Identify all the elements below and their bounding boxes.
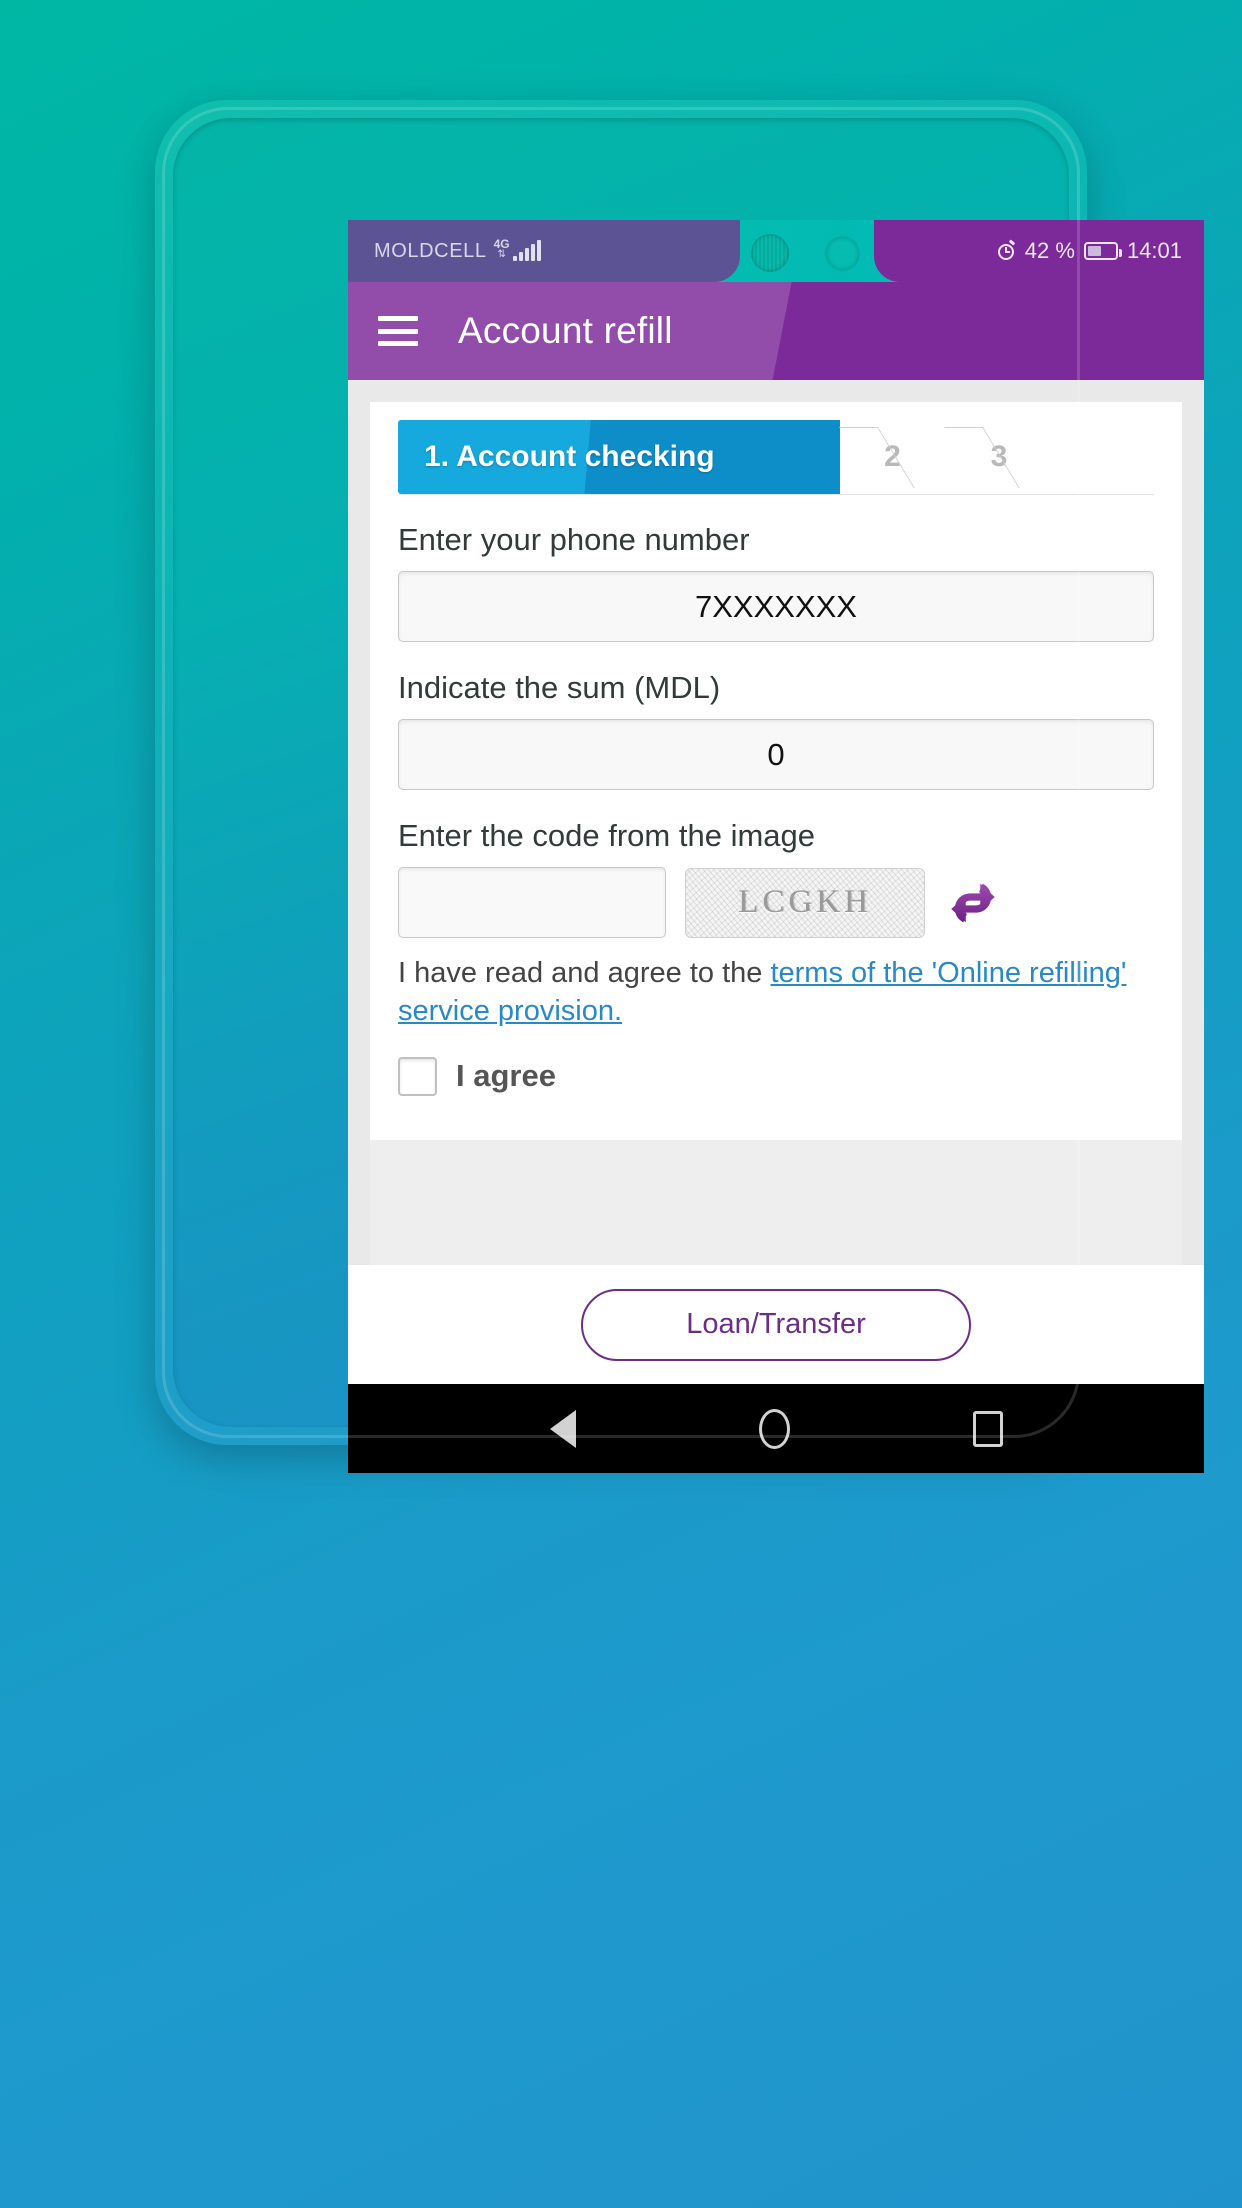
home-circle-icon[interactable]: [758, 1408, 790, 1449]
sum-input[interactable]: [398, 719, 1154, 790]
clock-label: 14:01: [1126, 238, 1182, 263]
battery-percent-label: 42 %: [1024, 238, 1075, 263]
proximity-sensor-icon: [826, 237, 859, 270]
android-navigation-bar: [348, 1384, 1204, 1473]
front-camera-icon: [751, 234, 789, 272]
loan-transfer-button[interactable]: Loan/Transfer: [581, 1288, 971, 1361]
agree-label: I agree: [456, 1058, 556, 1094]
captcha-image: LCGKH: [685, 867, 925, 938]
phone-number-label: Enter your phone number: [398, 522, 750, 557]
agree-checkbox[interactable]: [398, 1056, 437, 1096]
refresh-captcha-icon[interactable]: [944, 874, 1002, 932]
signal-bars-icon: [512, 240, 541, 261]
phone-number-input[interactable]: [398, 571, 1154, 642]
captcha-row: LCGKH: [398, 867, 1154, 938]
step-1-account-checking[interactable]: 1. Account checking: [398, 420, 876, 494]
status-bar-right: 42 % 14:01: [874, 220, 1204, 282]
agree-row: I agree: [398, 1056, 1154, 1096]
page-title: Account refill: [458, 310, 673, 351]
data-arrows-icon: ⇅: [497, 249, 506, 260]
hamburger-menu-icon[interactable]: [378, 316, 418, 346]
phone-device-frame: MOLDCELL 4G ⇅ 42 % 14:01 Account refill …: [155, 100, 1204, 1473]
battery-icon: [1083, 242, 1122, 260]
bottom-action-bar: Loan/Transfer: [348, 1265, 1204, 1384]
captcha-label: Enter the code from the image: [398, 818, 816, 853]
terms-prefix: I have read and agree to the: [398, 957, 771, 989]
step-indicator: 1. Account checking 2 3: [398, 420, 1154, 494]
recents-square-icon[interactable]: [972, 1410, 1003, 1447]
terms-text: I have read and agree to the terms of th…: [398, 954, 1154, 1031]
network-type-icon: 4G ⇅: [494, 238, 510, 260]
phone-screen: MOLDCELL 4G ⇅ 42 % 14:01 Account refill …: [348, 220, 1204, 1473]
back-triangle-icon[interactable]: [549, 1409, 576, 1448]
app-bar: Account refill: [348, 282, 1204, 380]
page-content: 1. Account checking 2 3 Enter your phone…: [348, 380, 1204, 1473]
carrier-label: MOLDCELL: [374, 239, 487, 262]
step-2[interactable]: 2: [840, 420, 945, 494]
sum-label: Indicate the sum (MDL): [398, 670, 721, 705]
step-3[interactable]: 3: [945, 420, 1053, 494]
refill-form-card: 1. Account checking 2 3 Enter your phone…: [370, 402, 1182, 1246]
alarm-clock-icon: [996, 239, 1016, 261]
captcha-input[interactable]: [398, 867, 666, 938]
status-bar-left: MOLDCELL 4G ⇅: [348, 220, 740, 282]
